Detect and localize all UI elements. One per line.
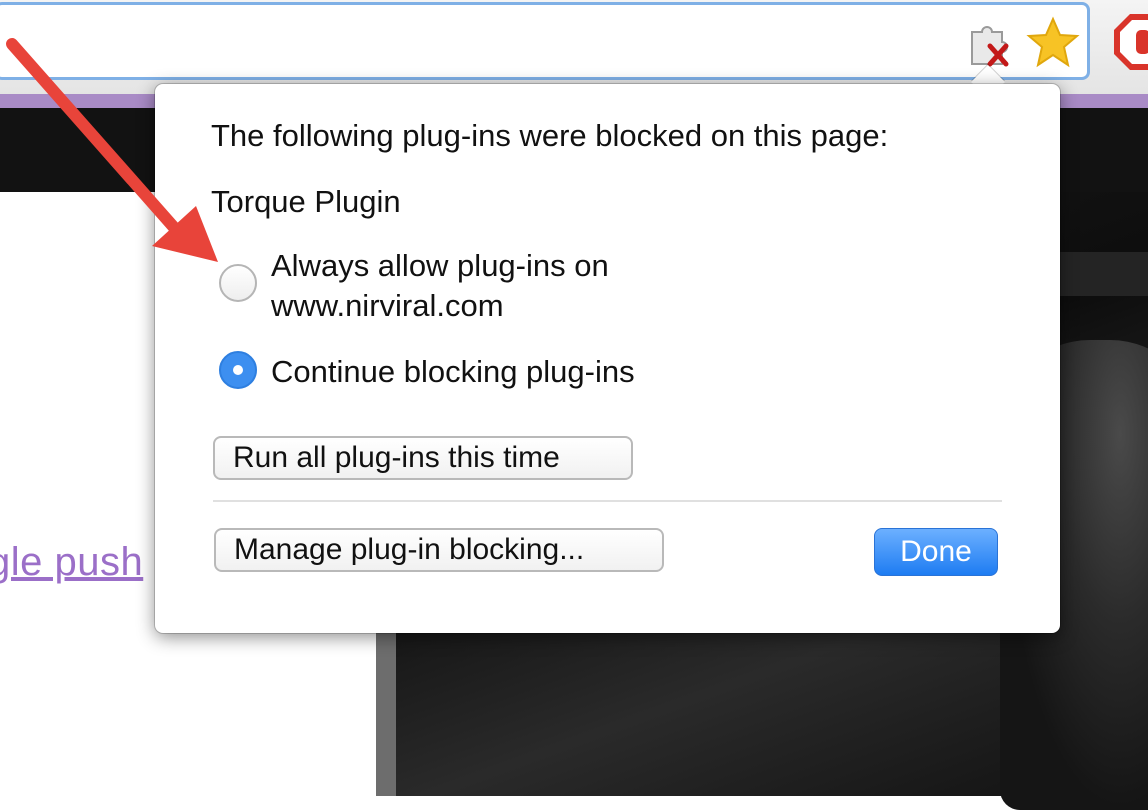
always-allow-radio[interactable] (219, 264, 257, 302)
plugin-name: Torque Plugin (211, 184, 401, 219)
star-icon[interactable] (1026, 16, 1080, 70)
done-button[interactable]: Done (874, 528, 998, 576)
continue-blocking-radio[interactable] (219, 351, 257, 389)
continue-blocking-label[interactable]: Continue blocking plug-ins (271, 352, 635, 392)
always-allow-domain-label[interactable]: www.nirviral.com (271, 286, 504, 326)
page-link[interactable]: gle push (0, 540, 143, 585)
always-allow-label[interactable]: Always allow plug-ins on (271, 246, 609, 286)
run-all-plugins-button[interactable]: Run all plug-ins this time (213, 436, 633, 480)
address-bar[interactable] (0, 2, 1090, 80)
stop-icon[interactable] (1112, 12, 1148, 72)
bubble-title: The following plug-ins were blocked on t… (211, 118, 889, 153)
separator (213, 500, 1002, 502)
puzzle-blocked-icon[interactable] (966, 18, 1018, 70)
manage-plugin-blocking-button[interactable]: Manage plug-in blocking... (214, 528, 664, 572)
